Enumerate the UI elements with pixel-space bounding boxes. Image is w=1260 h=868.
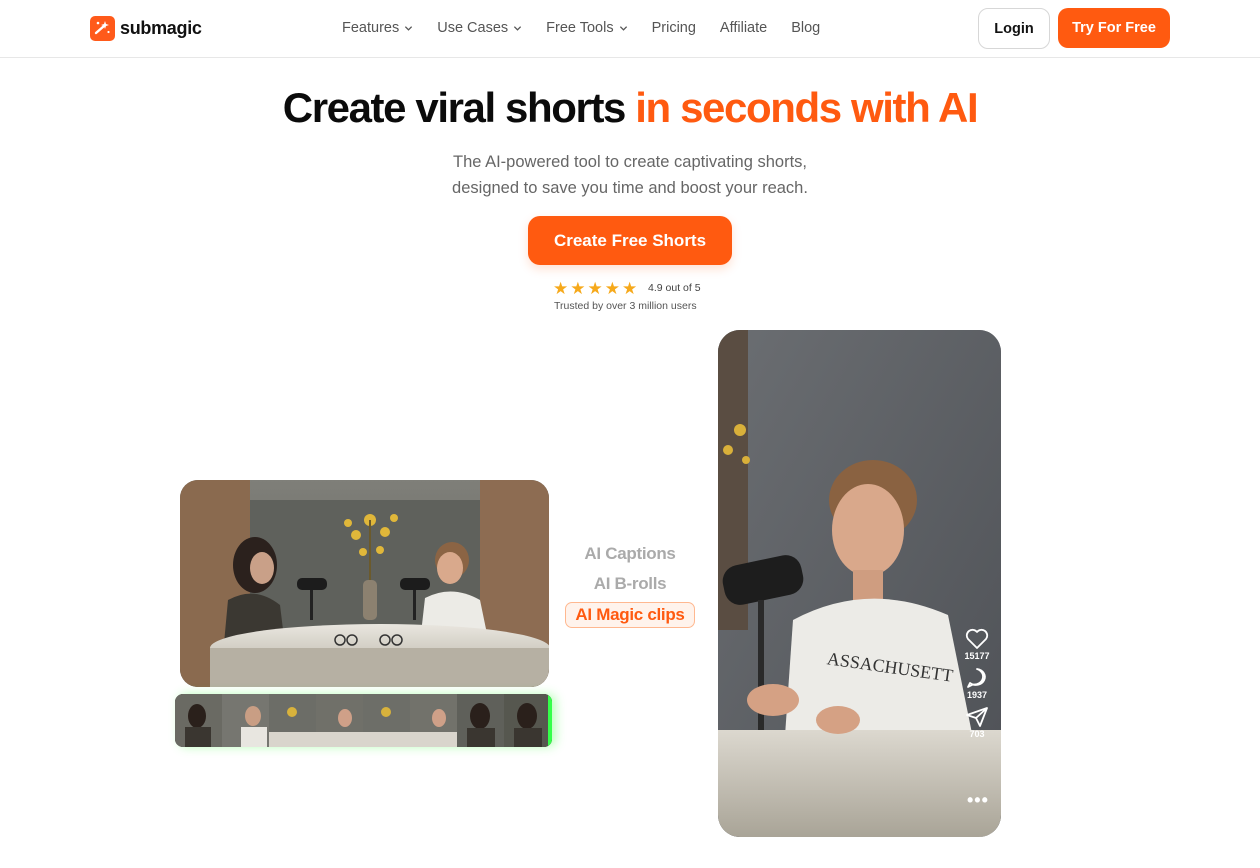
nav-item-label: Features <box>342 20 400 36</box>
comment-count: 1937 <box>966 690 988 700</box>
short-action-rail: 15177 1937 703 <box>958 628 996 745</box>
video-timeline-strip[interactable] <box>175 694 552 747</box>
send-icon <box>966 707 988 727</box>
timeline-playhead-handle[interactable] <box>548 694 552 747</box>
hero-title: Create viral shorts in seconds with AI <box>0 84 1260 132</box>
like-count: 15177 <box>964 651 990 661</box>
chevron-down-icon <box>405 25 413 31</box>
nav-item-features[interactable]: Features <box>342 20 413 36</box>
star-icon: ★ <box>587 279 603 298</box>
share-action[interactable]: 703 <box>958 706 996 739</box>
nav-item-label: Affiliate <box>719 20 768 36</box>
nav-item-label: Pricing <box>651 20 696 36</box>
star-icon: ★ <box>570 279 586 298</box>
hero-subtitle: The AI-powered tool to create captivatin… <box>0 149 1260 201</box>
source-video-preview[interactable] <box>180 480 549 687</box>
nav-item-affiliate[interactable]: Affiliate <box>720 20 767 36</box>
nav-item-label: Free Tools <box>546 20 614 36</box>
nav-item-free-tools[interactable]: Free Tools <box>546 20 627 36</box>
hero-subtitle-line: The AI-powered tool to create captivatin… <box>452 153 808 171</box>
short-video-frame-image: ASSACHUSETT <box>718 330 1001 837</box>
comment-icon <box>967 668 986 688</box>
rating-stars: ★ ★ ★ ★ ★ <box>553 280 637 297</box>
timeline-thumbnails-image <box>175 694 552 747</box>
submagic-logo-icon <box>90 16 115 41</box>
nav-item-pricing[interactable]: Pricing <box>652 20 696 36</box>
create-free-shorts-button[interactable]: Create Free Shorts <box>528 216 732 265</box>
feature-ai-captions[interactable]: AI Captions <box>565 542 695 572</box>
chevron-down-icon <box>619 25 627 31</box>
chevron-down-icon <box>514 25 522 31</box>
more-options-icon[interactable]: ••• <box>967 790 989 811</box>
nav-item-label: Use Cases <box>437 20 509 36</box>
rating-block: ★ ★ ★ ★ ★ 4.9 out of 5 Trusted by over 3… <box>553 280 713 314</box>
star-icon: ★ <box>604 279 620 298</box>
nav-item-label: Blog <box>791 20 821 36</box>
rating-score: 4.9 out of 5 <box>648 282 701 294</box>
feature-labels: AI Captions AI B-rolls AI Magic clips <box>565 542 695 628</box>
hero-title-accent: in seconds with AI <box>635 84 978 131</box>
brand-name: submagic <box>120 18 202 38</box>
nav-item-use-cases[interactable]: Use Cases <box>437 20 522 36</box>
hero-subtitle-line: designed to save you time and boost your… <box>452 179 808 197</box>
login-button[interactable]: Login <box>978 8 1050 49</box>
comment-action[interactable]: 1937 <box>958 667 996 700</box>
star-icon: ★ <box>622 279 638 298</box>
rating-trust-text: Trusted by over 3 million users <box>554 300 697 312</box>
star-icon: ★ <box>553 279 569 298</box>
top-navbar: submagic Features Use Cases Free Tools P… <box>0 0 1260 58</box>
feature-ai-magic-clips[interactable]: AI Magic clips <box>565 602 695 628</box>
brand-logo[interactable]: submagic <box>90 16 202 41</box>
try-for-free-button[interactable]: Try For Free <box>1058 8 1170 48</box>
podcast-scene-image <box>180 480 549 687</box>
heart-icon <box>965 628 989 649</box>
feature-ai-brolls[interactable]: AI B-rolls <box>565 572 695 602</box>
main-menu: Features Use Cases Free Tools Pricing Af… <box>342 20 844 36</box>
short-video-preview[interactable]: ASSACHUSETT <box>718 330 1001 837</box>
like-action[interactable]: 15177 <box>958 628 996 661</box>
share-count: 703 <box>969 729 985 739</box>
hero-title-plain: Create viral shorts <box>282 84 636 131</box>
nav-item-blog[interactable]: Blog <box>791 20 820 36</box>
